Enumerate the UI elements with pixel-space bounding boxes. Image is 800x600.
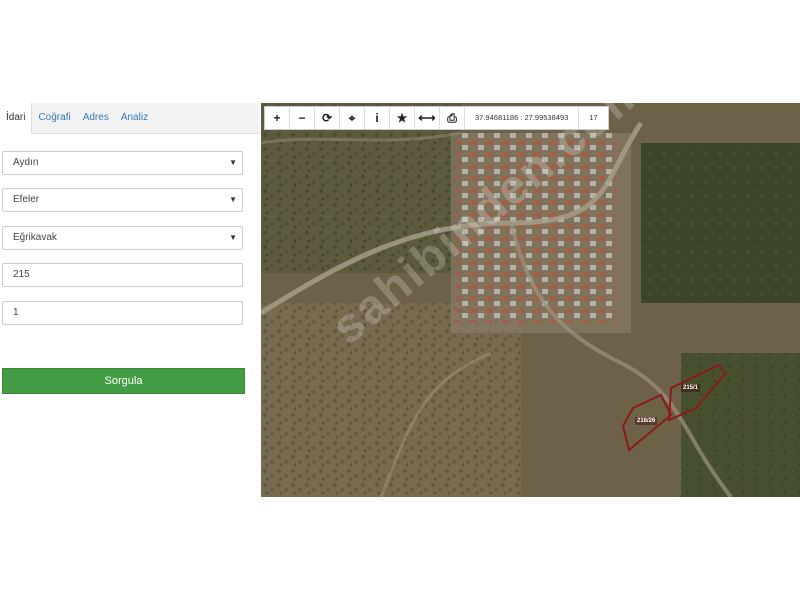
neighborhood-select[interactable]: Eğrikavak ▼ (2, 226, 243, 250)
chevron-down-icon: ▼ (229, 233, 237, 242)
tab-analiz[interactable]: Analiz (115, 103, 154, 133)
province-select[interactable]: Aydın ▼ (2, 151, 243, 175)
tab-bar: İdari Coğrafi Adres Analiz (0, 103, 260, 134)
chevron-down-icon: ▼ (229, 195, 237, 204)
tab-idari[interactable]: İdari (0, 103, 33, 134)
coordinate-readout: 37.94681186 : 27.99538493 (465, 107, 580, 129)
parcel-label: 215/1 (681, 384, 701, 392)
info-icon[interactable]: i (365, 107, 390, 129)
district-select[interactable]: Efeler ▼ (2, 188, 243, 212)
parcel-label: 216/26 (635, 417, 658, 425)
print-icon[interactable]: ⎙ (440, 107, 465, 129)
query-form: Aydın ▼ Efeler ▼ Eğrikavak ▼ 215 1 Sorgu… (0, 134, 260, 494)
satellite-map[interactable]: sahibinden.com 215/1 216/26 + − ⟳ ⌖ i ★ … (261, 103, 800, 497)
block-input[interactable]: 215 (2, 263, 243, 287)
map-toolbar: + − ⟳ ⌖ i ★ ⟷ ⎙ 37.94681186 : 27.9953849… (264, 106, 609, 130)
star-icon[interactable]: ★ (390, 107, 415, 129)
query-panel: İdari Coğrafi Adres Analiz Aydın ▼ Efele… (0, 103, 260, 497)
province-value: Aydın (13, 157, 39, 168)
measure-icon[interactable]: ⟷ (415, 107, 440, 129)
satellite-imagery (261, 103, 800, 497)
district-value: Efeler (13, 194, 40, 205)
chevron-down-icon: ▼ (229, 158, 237, 167)
refresh-icon[interactable]: ⟳ (315, 107, 340, 129)
zoom-level: 17 (589, 113, 598, 122)
neighborhood-value: Eğrikavak (13, 232, 57, 243)
locate-icon[interactable]: ⌖ (340, 107, 365, 129)
zoom-in-icon[interactable]: + (265, 107, 290, 129)
parcel-input[interactable]: 1 (2, 301, 243, 325)
query-button[interactable]: Sorgula (2, 368, 245, 394)
tab-adres[interactable]: Adres (77, 103, 115, 133)
parcel-value: 1 (13, 307, 19, 318)
zoom-out-icon[interactable]: − (290, 107, 315, 129)
block-value: 215 (13, 269, 30, 280)
tab-cografi[interactable]: Coğrafi (32, 103, 76, 133)
